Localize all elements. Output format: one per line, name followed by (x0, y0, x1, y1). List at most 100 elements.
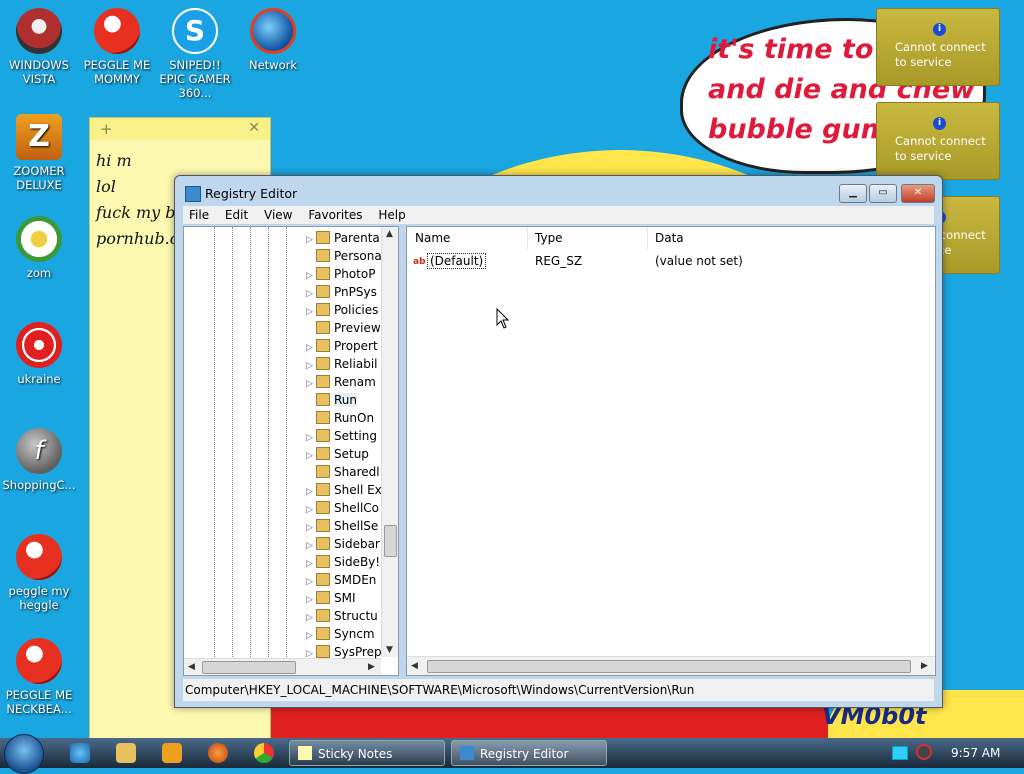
desktop-icon-shopping[interactable]: f ShoppingC... (1, 428, 77, 492)
expand-arrow-icon[interactable]: ▷ (306, 375, 316, 391)
expand-arrow-icon[interactable]: ▷ (306, 231, 316, 247)
tree-scroll-thumb[interactable] (384, 525, 397, 557)
expand-arrow-icon[interactable]: ▷ (306, 267, 316, 283)
close-note-button[interactable]: ✕ (248, 120, 260, 136)
expand-arrow-icon[interactable]: ▷ (306, 483, 316, 499)
window-title: Registry Editor (205, 186, 298, 201)
expand-arrow-icon[interactable]: ▷ (306, 519, 316, 535)
scroll-left-arrow[interactable]: ◀ (411, 661, 418, 671)
menu-favorites[interactable]: Favorites (302, 206, 368, 224)
desktop-icon-ukraine[interactable]: ukraine (1, 322, 77, 386)
tree-item[interactable]: ▷ SMDEn (306, 571, 382, 589)
expand-arrow-icon[interactable]: ▷ (306, 501, 316, 517)
list-horizontal-scrollbar[interactable]: ◀ ▶ (407, 656, 935, 675)
expand-arrow-icon[interactable]: ▷ (306, 447, 316, 463)
desktop-icon-peggle-me-neckbeard[interactable]: PEGGLE ME NECKBEA... (1, 638, 77, 716)
value-row-name[interactable]: ab (Default) (413, 251, 487, 271)
expand-arrow-icon[interactable]: ▷ (306, 357, 316, 373)
column-header-type[interactable]: Type (527, 227, 648, 249)
scroll-right-arrow[interactable]: ▶ (921, 661, 928, 671)
notification-text: Cannot connect to service (895, 40, 986, 69)
desktop-icon-peggle-me-mommy[interactable]: PEGGLE ME MOMMY (79, 8, 155, 86)
taskbar-button-sticky-notes[interactable]: Sticky Notes (289, 740, 445, 766)
menu-view[interactable]: View (258, 206, 298, 224)
tree-item[interactable]: ▷ Setting (306, 427, 382, 445)
expand-arrow-icon[interactable]: ▷ (306, 429, 316, 445)
tree-item[interactable]: ▷ Setup (306, 445, 382, 463)
scroll-left-arrow[interactable]: ◀ (188, 662, 195, 672)
column-header-data[interactable]: Data (647, 227, 925, 249)
internet-explorer-icon[interactable] (70, 743, 90, 763)
sticky-note-titlebar[interactable]: + ✕ (90, 118, 270, 140)
chrome-icon[interactable] (254, 743, 274, 763)
tray-record-icon[interactable] (916, 744, 932, 760)
tree-item[interactable]: ▷ Shell Ex (306, 481, 382, 499)
registry-key-tree[interactable]: ▲ ▼ ◀ ▶ ▷ Parenta Persona ▷ PhotoP ▷ PnPSys ▷ Po… (183, 226, 399, 676)
expand-arrow-icon[interactable]: ▷ (306, 285, 316, 301)
tree-item[interactable]: ▷ Renam (306, 373, 382, 391)
tree-item[interactable]: ▷ Sidebar (306, 535, 382, 553)
registry-value-list[interactable]: Name Type Data ab (Default) REG_SZ (value… (406, 226, 936, 676)
desktop-icon-zoomer-deluxe[interactable]: Z ZOOMER DELUXE (1, 114, 77, 192)
expand-arrow-icon[interactable]: ▷ (306, 591, 316, 607)
menu-edit[interactable]: Edit (219, 206, 254, 224)
tree-item[interactable]: ▷ Syncm (306, 625, 382, 643)
column-header-name[interactable]: Name (407, 227, 528, 249)
explorer-folder-icon[interactable] (116, 743, 136, 763)
tree-item[interactable]: Persona (306, 247, 382, 265)
expand-arrow-icon[interactable]: ▷ (306, 555, 316, 571)
add-note-button[interactable]: + (100, 120, 113, 138)
desktop-icon-label: PEGGLE ME NECKBEA... (5, 688, 73, 716)
taskbar-clock[interactable]: 9:57 AM (951, 746, 1000, 760)
tray-display-icon[interactable] (892, 746, 908, 760)
expand-arrow-icon[interactable]: ▷ (306, 573, 316, 589)
desktop-icon-sniped[interactable]: S SNIPED!! EPIC GAMER 360... (157, 8, 233, 100)
tree-item[interactable]: ▷ PnPSys (306, 283, 382, 301)
tree-item[interactable]: Sharedl (306, 463, 382, 481)
scroll-up-arrow[interactable]: ▲ (386, 229, 393, 239)
start-button[interactable] (4, 734, 44, 774)
tree-item[interactable]: ▷ SysPrep (306, 643, 382, 661)
tree-hscroll-thumb[interactable] (202, 661, 296, 674)
tree-item[interactable]: ▷ ShellCo (306, 499, 382, 517)
expand-arrow-icon[interactable]: ▷ (306, 537, 316, 553)
value-type: REG_SZ (535, 254, 583, 268)
desktop-icon-zom[interactable]: zom (1, 216, 77, 280)
tree-item[interactable]: RunOn (306, 409, 382, 427)
app-pinned-icon[interactable] (208, 743, 228, 763)
minimize-button[interactable]: ▁ (839, 184, 867, 203)
tree-item[interactable]: ▷ Structu (306, 607, 382, 625)
tree-item[interactable]: ▷ PhotoP (306, 265, 382, 283)
notification-popup[interactable]: i Cannot connect to service (876, 8, 1000, 86)
tree-item[interactable]: ▷ SideBy! (306, 553, 382, 571)
list-hscroll-thumb[interactable] (427, 660, 911, 673)
desktop-icon-network[interactable]: Network (235, 8, 311, 72)
window-titlebar[interactable]: Registry Editor ▁ ▭ ✕ (175, 176, 942, 208)
tree-item[interactable]: ▷ Reliabil (306, 355, 382, 373)
media-player-icon[interactable] (162, 743, 182, 763)
expand-arrow-icon[interactable]: ▷ (306, 339, 316, 355)
scroll-right-arrow[interactable]: ▶ (368, 662, 375, 672)
registry-editor-window[interactable]: Registry Editor ▁ ▭ ✕ File Edit View Fav… (174, 175, 943, 708)
expand-arrow-icon[interactable]: ▷ (306, 609, 316, 625)
expand-arrow-icon[interactable]: ▷ (306, 303, 316, 319)
expand-arrow-icon[interactable]: ▷ (306, 627, 316, 643)
close-button[interactable]: ✕ (901, 184, 935, 203)
tree-item[interactable]: ▷ Propert (306, 337, 382, 355)
tree-vertical-scrollbar[interactable]: ▲ ▼ (381, 227, 398, 657)
tree-item[interactable]: ▷ Policies (306, 301, 382, 319)
tree-item[interactable]: ▷ Parenta (306, 229, 382, 247)
desktop-icon-peggle-my-heggle[interactable]: peggle my heggle (1, 534, 77, 612)
scroll-down-arrow[interactable]: ▼ (386, 645, 393, 655)
expand-arrow-icon[interactable]: ▷ (306, 645, 316, 661)
menu-file[interactable]: File (183, 206, 215, 224)
tree-item[interactable]: Run (306, 391, 382, 409)
maximize-button[interactable]: ▭ (869, 184, 897, 203)
tree-item[interactable]: Preview (306, 319, 382, 337)
menu-help[interactable]: Help (372, 206, 411, 224)
notification-popup[interactable]: i Cannot connect to service (876, 102, 1000, 180)
tree-item[interactable]: ▷ SMI (306, 589, 382, 607)
tree-item[interactable]: ▷ ShellSe (306, 517, 382, 535)
taskbar-button-registry-editor[interactable]: Registry Editor (451, 740, 607, 766)
desktop-icon-windows-vista[interactable]: WINDOWS VISTA (1, 8, 77, 86)
